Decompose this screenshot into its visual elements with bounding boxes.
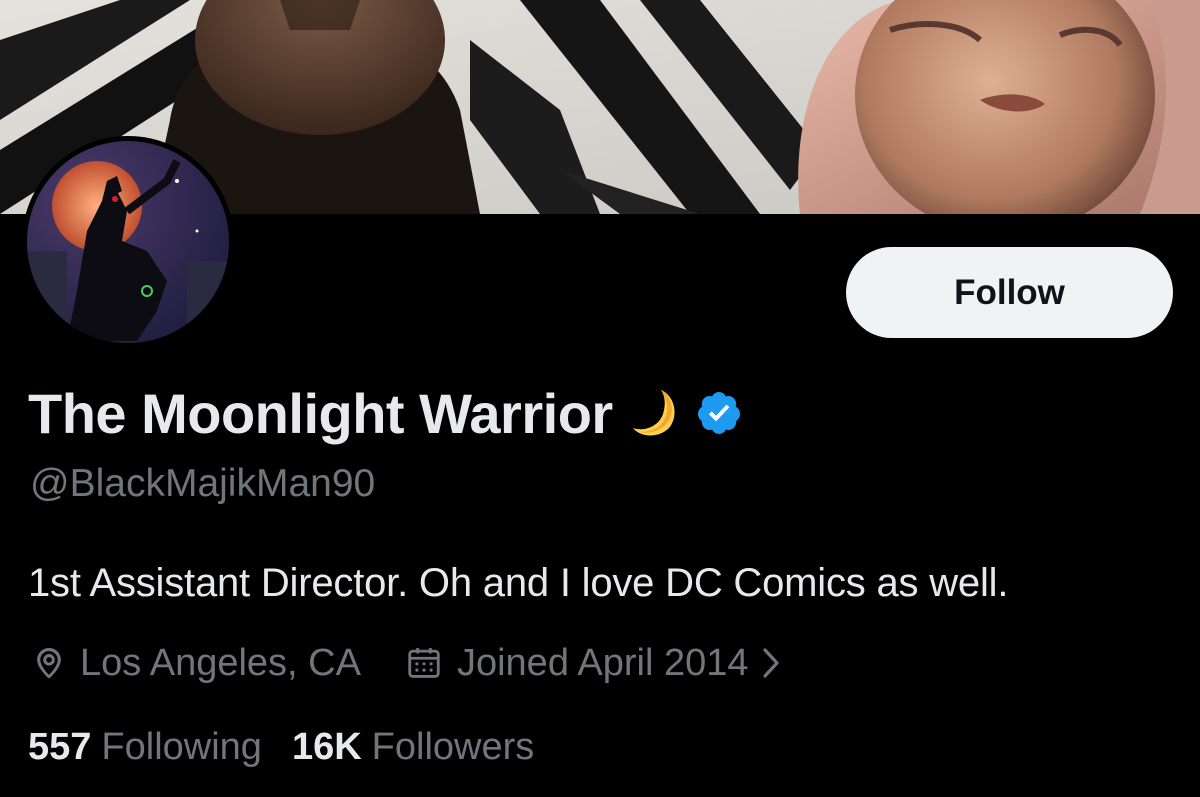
location-item: Los Angeles, CA xyxy=(30,642,361,685)
follow-stats-row: 557 Following 16K Followers xyxy=(28,722,534,772)
crescent-moon-icon xyxy=(631,388,679,438)
verified-badge-icon[interactable] xyxy=(695,389,743,437)
followers-count: 16K xyxy=(291,725,362,768)
display-name: The Moonlight Warrior xyxy=(28,381,613,445)
chevron-right-icon[interactable] xyxy=(761,646,781,680)
profile-meta-row: Los Angeles, CA Joined April 2014 xyxy=(30,638,781,688)
avatar-image xyxy=(27,141,229,343)
following-count: 557 xyxy=(28,725,92,768)
display-name-row: The Moonlight Warrior xyxy=(28,378,743,448)
profile-page: Follow The Moonlight Warrior @BlackMajik… xyxy=(0,0,1200,797)
profile-avatar[interactable] xyxy=(22,136,234,348)
profile-bio: 1st Assistant Director. Oh and I love DC… xyxy=(28,561,1009,605)
location-pin-icon xyxy=(30,644,68,682)
follow-button[interactable]: Follow xyxy=(846,247,1173,338)
calendar-icon xyxy=(405,644,443,682)
followers-label: Followers xyxy=(371,725,535,768)
location-text: Los Angeles, CA xyxy=(80,641,361,684)
joined-item[interactable]: Joined April 2014 xyxy=(405,642,781,685)
joined-text: Joined April 2014 xyxy=(456,641,749,684)
user-handle: @BlackMajikMan90 xyxy=(30,462,376,505)
following-link[interactable]: 557 Following xyxy=(28,726,262,769)
followers-link[interactable]: 16K Followers xyxy=(292,726,534,769)
following-label: Following xyxy=(101,725,262,768)
